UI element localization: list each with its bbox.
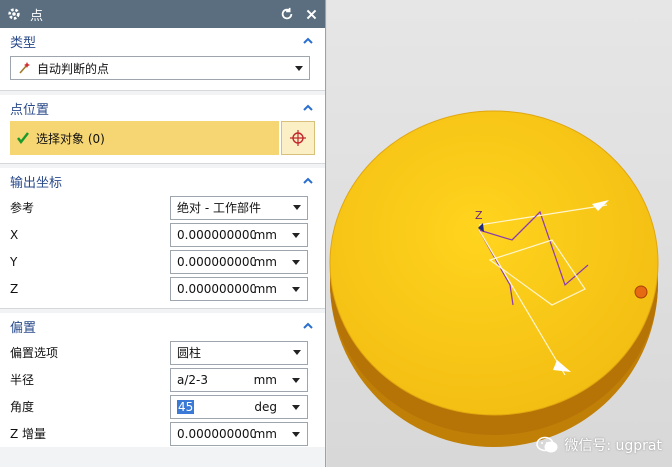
dialog-title: 点	[30, 8, 44, 24]
angle-unit: deg	[254, 399, 277, 414]
reset-icon[interactable]	[279, 6, 295, 22]
point-location-title: 点位置	[10, 102, 50, 118]
z-row: Z 0.0000000000 mm	[0, 275, 325, 302]
y-label: Y	[10, 254, 18, 269]
offset-header[interactable]: 偏置	[0, 313, 325, 339]
y-row: Y 0.0000000000 mm	[0, 248, 325, 275]
type-section-title: 类型	[10, 35, 37, 51]
offset-option-value: 圆柱	[177, 346, 202, 360]
chevron-down-icon	[293, 205, 301, 210]
chevron-down-icon	[295, 65, 303, 71]
close-icon[interactable]	[303, 6, 319, 22]
select-object-label: 选择对象 (0)	[36, 131, 105, 146]
output-coords-header[interactable]: 输出坐标	[0, 168, 325, 194]
reference-label: 参考	[10, 201, 35, 215]
chevron-down-icon	[292, 404, 300, 410]
chevron-up-icon[interactable]	[301, 319, 315, 333]
output-coords-section: 输出坐标 参考 绝对 - 工作部件 X 0.0000000000 mm Y 0.…	[0, 168, 325, 309]
point-dialog: 点 类型 自动判断的点 点位置 选择对象 (0) 输出坐标 参考 绝对 - 工作…	[0, 0, 326, 467]
z-value: 0.0000000000	[177, 281, 255, 296]
x-label: X	[10, 227, 19, 242]
z-label: Z	[10, 281, 19, 296]
point-dialog-button[interactable]	[281, 121, 315, 155]
y-unit: mm	[253, 254, 277, 269]
z-increment-input[interactable]: 0.0000000000 mm	[170, 421, 308, 446]
radius-unit: mm	[253, 372, 277, 387]
reference-value: 绝对 - 工作部件	[177, 201, 261, 215]
x-input[interactable]: 0.0000000000 mm	[170, 222, 308, 247]
point-location-header[interactable]: 点位置	[0, 95, 325, 121]
chevron-up-icon[interactable]	[301, 174, 315, 188]
point-type-value: 自动判断的点	[37, 61, 110, 76]
checkmark-icon	[17, 132, 29, 144]
chevron-down-icon	[292, 232, 300, 238]
angle-value: 45	[177, 399, 195, 414]
chevron-down-icon	[293, 350, 301, 355]
point-location-section: 点位置 选择对象 (0)	[0, 95, 325, 164]
select-object-row: 选择对象 (0)	[10, 121, 315, 155]
z-unit: mm	[253, 281, 277, 296]
radius-value: a/2-3	[177, 372, 208, 387]
graphics-viewport[interactable]: Z 微信号: ugprat	[327, 0, 672, 467]
chevron-down-icon	[292, 286, 300, 292]
z-input[interactable]: 0.0000000000 mm	[170, 276, 308, 301]
offset-section: 偏置 偏置选项 圆柱 半径 a/2-3 mm 角度 45 deg Z 增量 0.…	[0, 313, 325, 447]
type-section-header[interactable]: 类型	[0, 28, 325, 54]
reference-row: 参考 绝对 - 工作部件	[0, 194, 325, 221]
offset-option-row: 偏置选项 圆柱	[0, 339, 325, 366]
radius-input[interactable]: a/2-3 mm	[170, 367, 308, 392]
output-coords-title: 输出坐标	[10, 175, 63, 191]
offset-option-dropdown[interactable]: 圆柱	[170, 340, 308, 365]
chevron-up-icon[interactable]	[301, 34, 315, 48]
y-input[interactable]: 0.0000000000 mm	[170, 249, 308, 274]
z-increment-row: Z 增量 0.0000000000 mm	[0, 420, 325, 447]
z-increment-label: Z 增量	[10, 427, 47, 441]
title-bar: 点	[0, 0, 325, 28]
cylinder-model[interactable]: Z	[327, 0, 672, 467]
angle-label: 角度	[10, 400, 35, 414]
x-value: 0.0000000000	[177, 227, 255, 242]
z-axis-label: Z	[475, 209, 483, 222]
reference-dropdown[interactable]: 绝对 - 工作部件	[170, 195, 308, 220]
wechat-icon	[536, 436, 558, 453]
wand-icon	[19, 62, 30, 74]
watermark-text: 微信号: ugprat	[564, 438, 662, 454]
point-handle[interactable]	[634, 285, 648, 299]
chevron-up-icon[interactable]	[301, 101, 315, 115]
z-increment-unit: mm	[253, 426, 277, 441]
radius-row: 半径 a/2-3 mm	[0, 366, 325, 393]
offset-title: 偏置	[10, 320, 37, 336]
select-object-button[interactable]: 选择对象 (0)	[10, 121, 279, 155]
chevron-down-icon	[292, 377, 300, 383]
z-increment-value: 0.0000000000	[177, 426, 255, 441]
x-unit: mm	[253, 227, 277, 242]
crosshair-icon	[290, 130, 306, 146]
watermark: 微信号: ugprat	[536, 435, 662, 455]
chevron-down-icon	[292, 431, 300, 437]
point-type-dropdown[interactable]: 自动判断的点	[10, 56, 310, 80]
angle-input[interactable]: 45 deg	[170, 394, 308, 419]
chevron-down-icon	[292, 259, 300, 265]
angle-row: 角度 45 deg	[0, 393, 325, 420]
offset-option-label: 偏置选项	[10, 346, 59, 360]
y-value: 0.0000000000	[177, 254, 255, 269]
radius-label: 半径	[10, 373, 35, 387]
gear-icon[interactable]	[6, 6, 22, 22]
type-section: 类型 自动判断的点	[0, 28, 325, 91]
x-row: X 0.0000000000 mm	[0, 221, 325, 248]
